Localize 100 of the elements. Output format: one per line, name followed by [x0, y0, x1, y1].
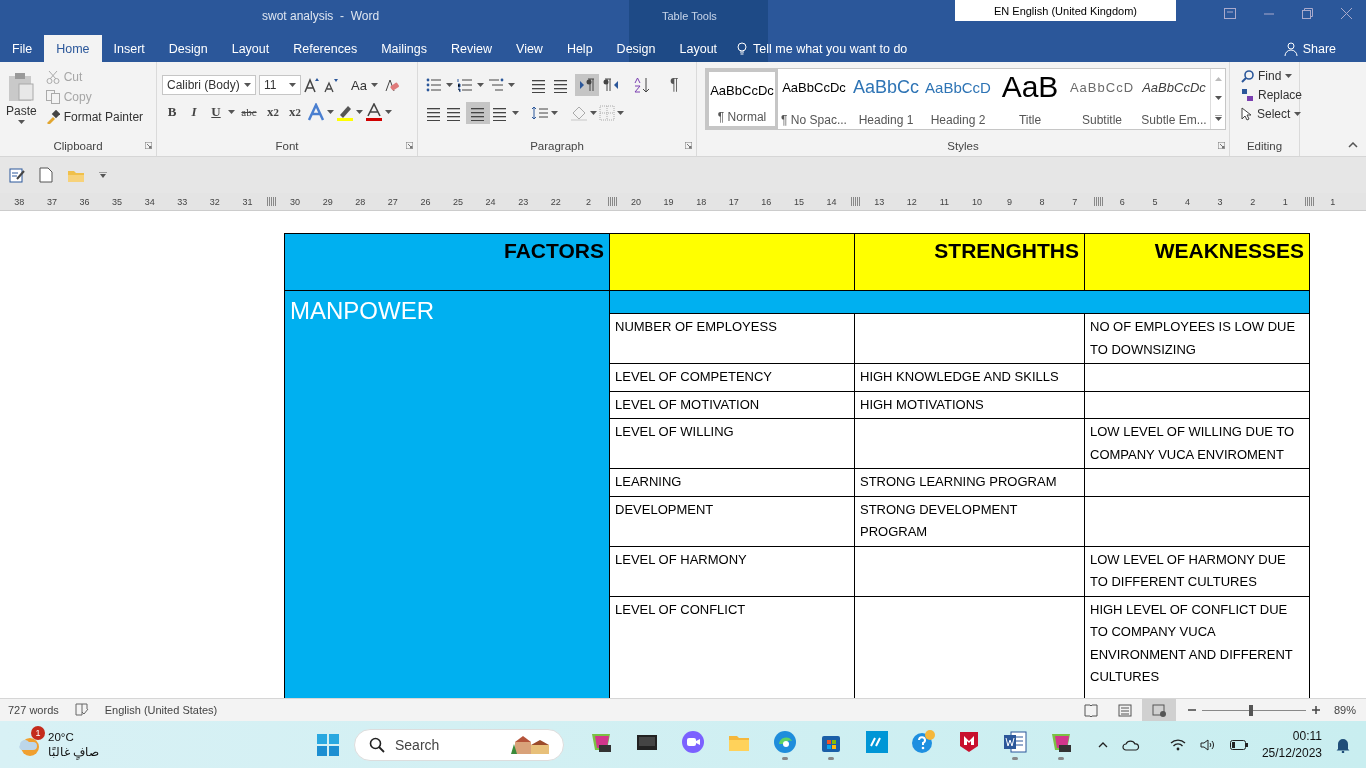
dropdown-caret-icon[interactable] — [244, 83, 251, 87]
share-button[interactable]: Share — [1277, 35, 1342, 62]
start-icon[interactable] — [316, 733, 340, 757]
notification-bell-icon[interactable] — [1336, 737, 1350, 753]
ribbon-tab[interactable]: Design — [156, 35, 220, 62]
dialog-launcher-icon[interactable] — [406, 142, 413, 149]
dropdown-caret-icon[interactable] — [1285, 74, 1293, 78]
restore-icon[interactable] — [1302, 8, 1313, 19]
collapse-ribbon-icon[interactable] — [1348, 142, 1358, 148]
format-button[interactable]: abc — [237, 101, 261, 123]
more-styles-icon[interactable] — [1214, 115, 1222, 122]
font-color-icon[interactable] — [365, 103, 383, 121]
select-button[interactable]: Select — [1238, 105, 1299, 123]
language-bar[interactable]: EN English (United Kingdom) — [955, 0, 1176, 21]
style-item[interactable]: AaBbCcDc ¶ Normal — [706, 69, 778, 129]
ribbon-tab[interactable]: References — [281, 35, 370, 62]
dropdown-caret-icon[interactable] — [590, 111, 597, 115]
ruler-marker[interactable] — [607, 197, 617, 206]
dropdown-caret-icon[interactable] — [385, 110, 392, 114]
proofing-icon[interactable] — [74, 702, 89, 716]
font-size-field[interactable]: 11 — [259, 75, 301, 95]
style-item[interactable]: AaBbCcDc ¶ No Spac... — [778, 69, 850, 129]
ribbon-tab[interactable]: Mailings — [369, 35, 439, 62]
highlighter-icon[interactable] — [336, 103, 354, 121]
wifi-icon[interactable] — [1169, 739, 1186, 751]
battery-icon[interactable] — [1229, 740, 1248, 750]
show-hidden-icons-icon[interactable] — [1097, 742, 1108, 748]
style-item[interactable]: AaBbCc Heading 1 — [850, 69, 922, 129]
style-item[interactable]: AaBbCcDc Subtle Em... — [1138, 69, 1210, 129]
dropdown-caret-icon[interactable] — [617, 111, 624, 115]
right-to-left-icon[interactable] — [603, 78, 619, 92]
dropdown-caret-icon[interactable] — [327, 110, 334, 114]
view-button[interactable] — [1141, 699, 1176, 721]
zoom-out-icon[interactable] — [1187, 706, 1196, 714]
dialog-launcher-icon[interactable] — [685, 142, 692, 149]
dropdown-caret-icon[interactable] — [477, 83, 484, 87]
multilevel-list-icon[interactable] — [488, 77, 504, 93]
style-item[interactable]: AaB Title — [994, 69, 1066, 129]
taskbar-clock[interactable]: 00:11 25/12/2023 — [1261, 728, 1322, 762]
ribbon-display-icon[interactable] — [1224, 8, 1236, 19]
text-effects-icon[interactable] — [307, 103, 325, 121]
grow-font-icon[interactable] — [304, 77, 320, 93]
ribbon-tab[interactable]: File — [0, 35, 45, 62]
dialog-launcher-icon[interactable] — [1218, 142, 1225, 149]
align-right-button[interactable] — [466, 102, 490, 124]
format-button[interactable]: U — [206, 101, 226, 123]
style-item[interactable]: AaBbCcD Heading 2 — [922, 69, 994, 129]
customize-toolbar-icon[interactable] — [99, 172, 107, 178]
dropdown-caret-icon[interactable] — [446, 83, 453, 87]
clear-formatting-icon[interactable] — [383, 77, 400, 93]
style-item[interactable]: AaBbCcD Subtitle — [1066, 69, 1138, 129]
zoom-level[interactable]: 89% — [1333, 704, 1356, 716]
lightbulb-icon[interactable] — [737, 41, 748, 56]
edit-document-icon[interactable] — [9, 167, 25, 183]
bullets-icon[interactable] — [426, 77, 442, 93]
scroll-down-icon[interactable] — [1214, 96, 1222, 100]
format-painter-button[interactable]: Format Painter — [42, 108, 147, 126]
search-field[interactable]: Search — [354, 729, 564, 761]
zoom-in-icon[interactable] — [1311, 706, 1320, 714]
left-to-right-button[interactable] — [575, 74, 599, 96]
ribbon-tab[interactable]: Layout — [667, 35, 730, 62]
ruler-marker[interactable] — [266, 197, 276, 206]
ribbon-tab[interactable]: Review — [439, 35, 504, 62]
dialog-launcher-icon[interactable] — [145, 142, 152, 149]
new-document-icon[interactable] — [39, 167, 53, 183]
ribbon-tab[interactable]: Home — [44, 35, 102, 62]
sort-icon[interactable] — [633, 77, 651, 93]
speaker-icon[interactable] — [1199, 739, 1216, 751]
ruler-marker[interactable] — [850, 197, 860, 206]
word-count[interactable]: 727 words — [8, 704, 59, 716]
tell-me-field[interactable]: Tell me what you want to do — [753, 41, 908, 56]
line-spacing-icon[interactable] — [531, 105, 549, 121]
zoom-slider-thumb[interactable] — [1248, 704, 1253, 716]
dropdown-caret-icon[interactable] — [551, 111, 558, 115]
dropdown-caret-icon[interactable] — [228, 110, 235, 114]
dropdown-caret-icon[interactable] — [508, 83, 515, 87]
ribbon-tab[interactable]: Layout — [219, 35, 282, 62]
language-status[interactable]: English (United States) — [104, 704, 218, 716]
format-button[interactable]: I — [184, 101, 204, 123]
numbering-icon[interactable] — [457, 77, 473, 93]
ribbon-tab[interactable]: Help — [554, 35, 605, 62]
dropdown-caret-icon[interactable] — [17, 120, 25, 124]
change-case-button[interactable]: Aa — [348, 75, 381, 95]
dropdown-caret-icon[interactable] — [289, 83, 296, 87]
paste-button[interactable]: Paste — [4, 68, 39, 136]
ruler-marker[interactable] — [1304, 197, 1314, 206]
dropdown-caret-icon[interactable] — [370, 83, 378, 87]
show-formatting-marks-button[interactable]: ¶ — [667, 74, 682, 96]
font-name-field[interactable]: Calibri (Body) — [162, 75, 256, 95]
dropdown-caret-icon[interactable] — [356, 110, 363, 114]
format-button[interactable]: B — [162, 101, 182, 123]
dropdown-caret-icon[interactable] — [512, 111, 519, 115]
ribbon-tab[interactable]: View — [504, 35, 555, 62]
find-button[interactable]: Find — [1238, 67, 1299, 85]
cloud-icon[interactable] — [1121, 739, 1140, 751]
ribbon-tab[interactable]: Design — [604, 35, 668, 62]
ribbon-tab[interactable]: Insert — [101, 35, 157, 62]
ruler-marker[interactable] — [1094, 197, 1103, 206]
close-icon[interactable] — [1341, 8, 1352, 19]
shrink-font-icon[interactable] — [323, 77, 339, 93]
